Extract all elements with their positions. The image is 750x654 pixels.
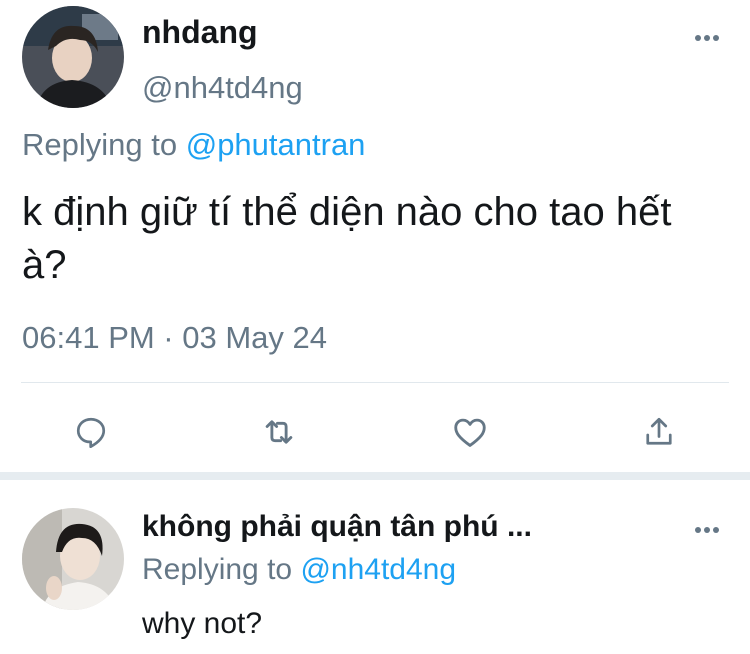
like-button[interactable]	[448, 410, 492, 454]
replying-to-label: Replying to	[142, 553, 293, 586]
share-icon	[646, 417, 672, 445]
author-name[interactable]: nhdang	[142, 14, 258, 51]
replying-to-label: Replying to	[22, 127, 178, 162]
reply-text: why not?	[142, 607, 263, 640]
more-options-icon[interactable]	[692, 30, 722, 46]
author-handle[interactable]: @nh4td4ng	[142, 70, 303, 106]
retweet-icon	[265, 420, 293, 444]
reply-button[interactable]	[69, 410, 113, 454]
avatar[interactable]	[22, 508, 124, 610]
replying-to-mention[interactable]: @phutantran	[186, 127, 366, 162]
like-icon	[454, 418, 486, 447]
replying-to-line: Replying to @nh4td4ng	[142, 553, 456, 587]
replying-to-mention[interactable]: @nh4td4ng	[300, 553, 456, 586]
replying-to-line: Replying to @phutantran	[22, 127, 365, 163]
reply-icon	[76, 417, 106, 449]
section-divider	[0, 472, 750, 480]
divider	[21, 382, 729, 383]
share-button[interactable]	[637, 410, 681, 454]
tweet-text: k định giữ tí thể diện nào cho tao hết à…	[22, 190, 672, 288]
avatar[interactable]	[22, 6, 124, 108]
tweet-timestamp[interactable]: 06:41 PM · 03 May 24	[22, 320, 327, 356]
author-name[interactable]: không phải quận tân phú ...	[142, 510, 532, 544]
more-options-icon[interactable]	[692, 522, 722, 538]
retweet-button[interactable]	[257, 410, 301, 454]
